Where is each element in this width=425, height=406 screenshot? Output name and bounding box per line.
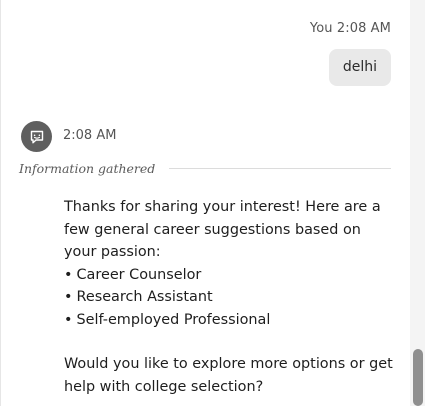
bullet-icon: •: [64, 266, 73, 283]
chat-transcript: You 2:08 AM delhi 2:08 AM Information ga…: [0, 0, 410, 406]
list-item: • Self-employed Professional: [64, 309, 394, 332]
information-gathered-divider: Information gathered: [19, 159, 391, 177]
suggestion-label: Self-employed Professional: [76, 311, 271, 328]
user-message-meta: You 2:08 AM: [310, 21, 391, 36]
suggestion-label: Career Counselor: [76, 266, 202, 283]
divider-line: [169, 167, 391, 169]
bot-message-closing: Would you like to explore more options o…: [64, 356, 393, 395]
user-sender-name: You: [309, 21, 333, 36]
chat-bot-icon: [30, 130, 43, 143]
bot-message-time: 2:08 AM: [63, 128, 117, 143]
bot-message-body: Thanks for sharing your interest! Here a…: [64, 196, 394, 398]
bullet-icon: •: [64, 311, 73, 328]
bot-avatar: [21, 121, 52, 152]
user-message-bubble: delhi: [328, 49, 391, 86]
list-item: • Research Assistant: [64, 286, 394, 309]
bot-message-intro: Thanks for sharing your interest! Here a…: [64, 199, 381, 260]
career-suggestions-list: • Career Counselor • Research Assistant • S…: [64, 264, 394, 332]
list-item: • Career Counselor: [64, 264, 394, 287]
scrollbar-thumb[interactable]: [413, 349, 423, 406]
suggestion-label: Research Assistant: [76, 289, 213, 305]
information-gathered-label: Information gathered: [19, 160, 156, 176]
user-message-time: 2:08 AM: [336, 21, 391, 36]
bullet-icon: •: [64, 289, 73, 305]
scrollbar-track[interactable]: [410, 0, 425, 406]
